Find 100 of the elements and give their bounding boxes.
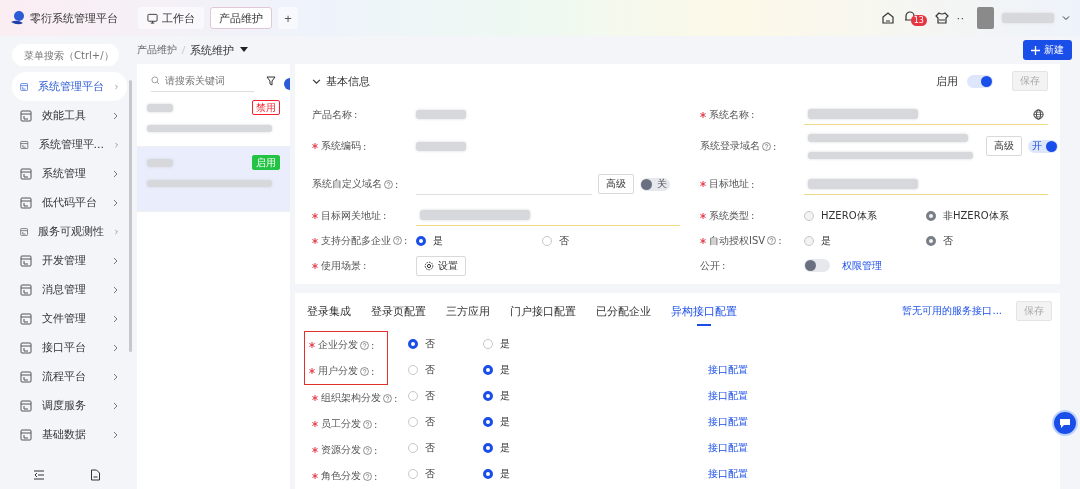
interface-config-link[interactable]: 接口配置: [708, 467, 748, 481]
settings-button[interactable]: 设置: [416, 255, 466, 276]
menu-item[interactable]: 服务可观测性: [0, 217, 127, 246]
radio-option[interactable]: 否: [408, 389, 483, 403]
menu-item[interactable]: 文件管理: [0, 304, 127, 333]
label-colon: :: [722, 260, 726, 271]
interface-config-link[interactable]: 接口配置: [708, 389, 748, 403]
chevron-right-icon: [112, 169, 119, 178]
radio-option[interactable]: 否: [408, 415, 483, 429]
radio-option[interactable]: 是: [483, 337, 558, 351]
chevron-right-icon: [112, 430, 119, 439]
window-icon: [20, 283, 32, 296]
chevron-right-icon: [112, 314, 119, 323]
window-icon: [20, 80, 29, 93]
radio-option[interactable]: 否: [408, 337, 483, 351]
keyword-search-field[interactable]: 请搜索关键词: [165, 71, 254, 90]
field-label: 系统名称: [709, 107, 749, 122]
menu-item[interactable]: 系统管理: [0, 159, 127, 188]
shirt-icon[interactable]: [934, 11, 949, 25]
menu-item[interactable]: 系统管理平...: [0, 130, 127, 159]
radio-option[interactable]: 是: [483, 467, 558, 481]
menu-item[interactable]: 接口平台: [0, 333, 127, 362]
field-label: 支持分配多企业: [321, 233, 391, 248]
field-label: 使用场景: [321, 258, 361, 273]
advanced-button[interactable]: 高级: [598, 174, 634, 194]
radio-option[interactable]: 是: [483, 415, 558, 429]
label-colon: :: [394, 392, 398, 404]
notification-badge: 13: [910, 15, 927, 26]
interface-config-link[interactable]: 接口配置: [708, 441, 748, 455]
radio-option[interactable]: 是: [483, 441, 558, 455]
collapse-menu-icon[interactable]: [32, 469, 45, 481]
radio-option[interactable]: 否: [408, 467, 483, 481]
service-interface-link[interactable]: 暂无可用的服务接口...: [902, 304, 1002, 318]
menu-item[interactable]: 消息管理: [0, 275, 127, 304]
assistant-button[interactable]: [1052, 410, 1078, 436]
radio-option[interactable]: 是: [483, 389, 558, 403]
field-label: 目标网关地址: [321, 208, 381, 223]
status-tag: 禁用: [252, 100, 280, 115]
logo-icon: [10, 10, 26, 26]
window-icon: [20, 254, 32, 267]
page-tab[interactable]: 产品维护: [210, 7, 272, 29]
add-tab-button[interactable]: +: [278, 7, 298, 29]
label-colon: :: [751, 109, 755, 120]
menu-item[interactable]: 低代码平台: [0, 188, 127, 217]
toggle-switch[interactable]: 关: [640, 177, 670, 191]
chevron-right-icon: [114, 82, 119, 91]
field-label: 组织架构分发: [321, 391, 381, 405]
window-icon: [20, 370, 32, 383]
globe-icon[interactable]: [1033, 108, 1044, 120]
status-tag: 启用: [252, 155, 280, 170]
blurred-text: [416, 141, 466, 151]
breadcrumb-link[interactable]: 产品维护: [137, 43, 177, 57]
menu-item[interactable]: 开发管理: [0, 246, 127, 275]
radio-option[interactable]: 是: [416, 233, 542, 248]
permission-link[interactable]: 权限管理: [842, 258, 882, 273]
window-icon: [20, 225, 29, 238]
chevron-right-icon: [112, 401, 119, 410]
enabled-switch[interactable]: [967, 74, 993, 88]
search-icon: [151, 76, 160, 85]
interface-config-link[interactable]: 接口配置: [708, 415, 748, 429]
breadcrumb-current[interactable]: 系统维护: [190, 42, 234, 58]
home-icon[interactable]: [880, 11, 895, 25]
window-icon: [20, 428, 32, 441]
config-tab[interactable]: 登录集成: [307, 293, 351, 329]
label-colon: :: [371, 365, 375, 377]
collapse-handle[interactable]: [284, 78, 290, 90]
menu-item[interactable]: 流程平台: [0, 362, 127, 391]
advanced-button[interactable]: 高级: [986, 136, 1022, 156]
filter-icon[interactable]: [266, 76, 276, 86]
interface-config-link[interactable]: 接口配置: [708, 363, 748, 377]
list-item[interactable]: 禁用: [137, 92, 290, 147]
new-button[interactable]: 新建: [1023, 40, 1072, 60]
window-icon: [20, 312, 32, 325]
config-tab[interactable]: 三方应用: [446, 293, 490, 329]
caret-down-icon[interactable]: [240, 47, 248, 53]
blurred-text: [147, 158, 173, 167]
menu-item[interactable]: 效能工具: [0, 101, 127, 130]
document-icon[interactable]: [89, 469, 101, 481]
radio-option[interactable]: 否: [408, 363, 483, 377]
chevron-right-icon: [112, 198, 119, 207]
menu-item[interactable]: 调度服务: [0, 391, 127, 420]
radio-option[interactable]: 是: [483, 363, 558, 377]
menu-search-field[interactable]: 菜单搜索（Ctrl+/）: [12, 44, 119, 66]
blurred-text: [147, 103, 173, 112]
radio-option[interactable]: 否: [542, 233, 668, 248]
chevron-down-icon[interactable]: [312, 76, 321, 86]
toggle-switch[interactable]: 开: [1028, 139, 1058, 153]
field-label: 员工分发: [321, 417, 361, 431]
config-tab[interactable]: 登录页配置: [371, 293, 426, 329]
toggle-switch[interactable]: [804, 259, 830, 272]
page-tab[interactable]: 工作台: [138, 7, 204, 29]
more-dots[interactable]: ··: [956, 12, 965, 24]
menu-item[interactable]: 基础数据: [0, 420, 127, 449]
field-label: 产品名称: [312, 107, 352, 122]
config-tab[interactable]: 门户接口配置: [510, 293, 576, 329]
radio-option[interactable]: 否: [408, 441, 483, 455]
config-tab[interactable]: 已分配企业: [596, 293, 651, 329]
label-colon: :: [751, 178, 755, 190]
menu-item[interactable]: 系统管理平台: [12, 72, 127, 101]
label-colon: :: [374, 418, 378, 430]
